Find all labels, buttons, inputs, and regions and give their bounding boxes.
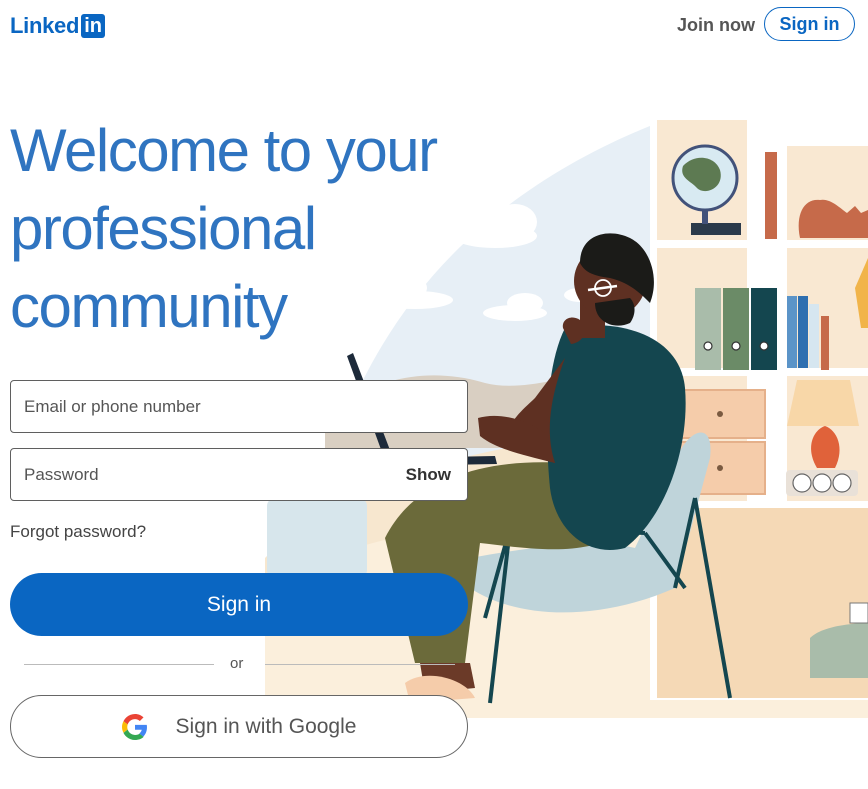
or-separator: or xyxy=(230,655,244,672)
logo-in-box: in xyxy=(81,14,106,38)
sign-in-button[interactable]: Sign in xyxy=(10,573,468,636)
welcome-headline: Welcome to your professional community xyxy=(10,112,480,346)
show-password-toggle[interactable]: Show xyxy=(406,465,451,485)
password-input[interactable] xyxy=(11,464,467,485)
password-field-wrapper: Show xyxy=(10,448,468,501)
divider-left xyxy=(24,664,214,665)
google-g-icon xyxy=(121,713,147,740)
google-button-label: Sign in with Google xyxy=(175,714,357,738)
sign-in-with-google-button[interactable]: Sign in with Google xyxy=(10,695,468,758)
divider-right xyxy=(265,664,455,665)
logo-wordmark: Linked xyxy=(10,13,80,38)
headline-line-3: community xyxy=(10,273,288,340)
join-now-link[interactable]: Join now xyxy=(677,15,755,36)
headline-line-1: Welcome to your xyxy=(10,117,438,184)
email-field-wrapper xyxy=(10,380,468,433)
forgot-password-link[interactable]: Forgot password? xyxy=(10,522,146,542)
header-sign-in-button[interactable]: Sign in xyxy=(764,7,855,41)
headline-line-2: professional xyxy=(10,195,317,262)
email-input[interactable] xyxy=(11,396,467,417)
linkedin-logo[interactable]: Linked in xyxy=(10,12,106,40)
